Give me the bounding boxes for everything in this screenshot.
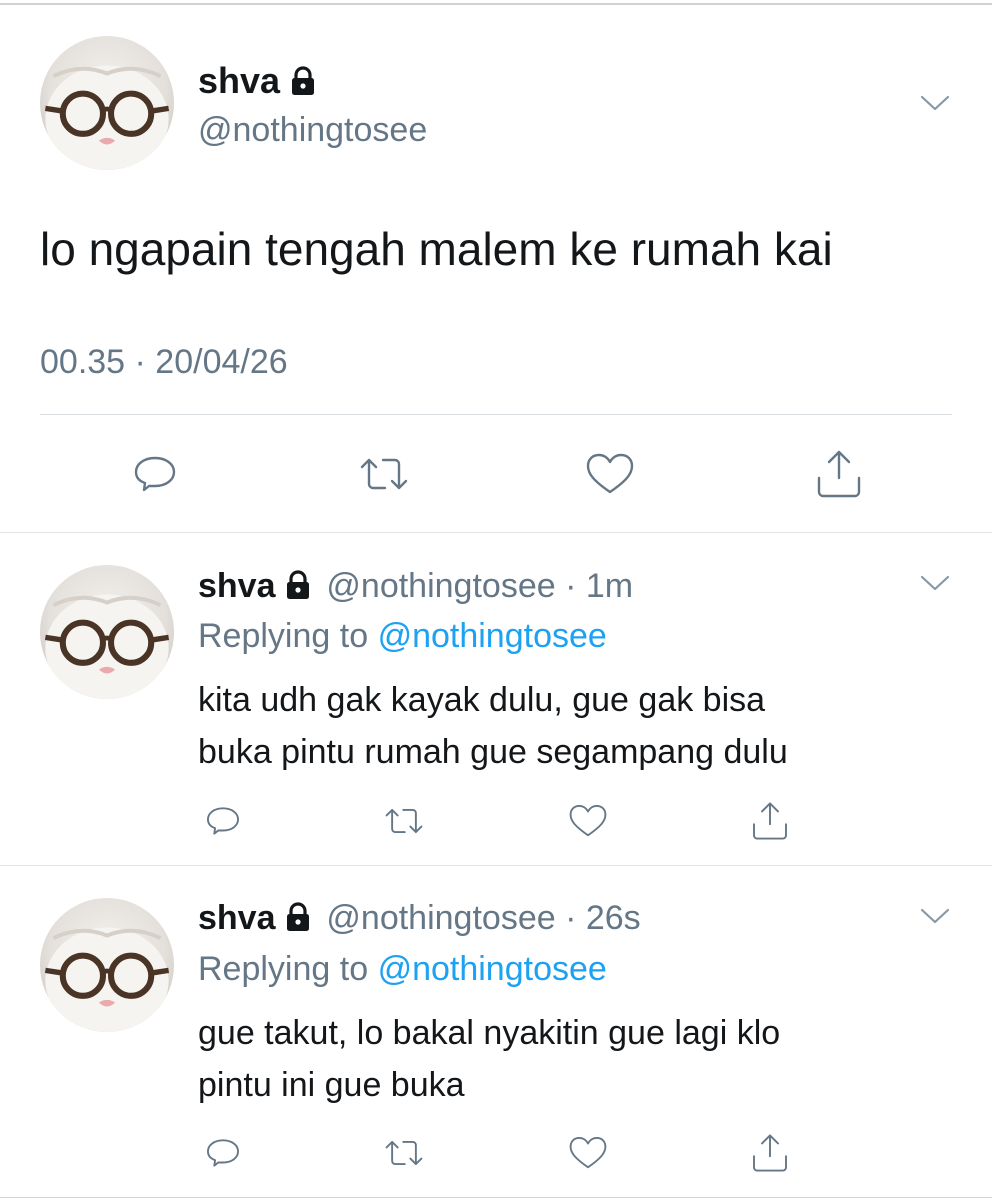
lock-icon (292, 66, 315, 95)
lock-icon (286, 570, 309, 599)
handle[interactable]: @nothingtosee (326, 899, 555, 937)
section-divider (0, 532, 992, 533)
chevron-down-icon[interactable] (920, 907, 950, 925)
replying-to-link[interactable]: @nothingtosee (378, 950, 607, 988)
reply-text-line: kita udh gak kayak dulu, gue gak bisa (198, 681, 766, 719)
reply-text-line: buka pintu rumah gue segampang dulu (198, 733, 788, 771)
replying-to-label: Replying to (198, 617, 369, 655)
divider (40, 414, 952, 415)
display-name[interactable]: shva (198, 899, 276, 937)
avatar[interactable] (40, 898, 174, 1032)
retweet-icon[interactable] (383, 802, 425, 840)
cat-avatar-image (44, 594, 170, 699)
top-border (0, 3, 992, 5)
display-name[interactable]: shva (198, 567, 276, 605)
reply-icon[interactable] (203, 1134, 243, 1172)
reply-text-line: gue takut, lo bakal nyakitin gue lagi kl… (198, 1014, 781, 1052)
bottom-border (0, 1197, 992, 1198)
cat-avatar-image (44, 65, 170, 170)
tweet-text: lo ngapain tengah malem ke rumah kai (40, 223, 833, 275)
time-ago[interactable]: · 26s (565, 899, 641, 937)
reply-text-line: pintu ini gue buka (198, 1066, 465, 1104)
handle[interactable]: @nothingtosee (198, 111, 427, 150)
display-name[interactable]: shva (198, 60, 280, 101)
avatar[interactable] (40, 36, 174, 170)
timestamp[interactable]: 00.35 · 20/04/26 (40, 343, 288, 382)
lock-icon (286, 902, 309, 931)
like-icon[interactable] (567, 1134, 609, 1172)
retweet-icon[interactable] (358, 450, 410, 498)
share-icon[interactable] (814, 448, 864, 500)
retweet-icon[interactable] (383, 1134, 425, 1172)
reply-icon[interactable] (131, 450, 179, 498)
like-icon[interactable] (584, 450, 636, 498)
section-divider (0, 865, 992, 866)
handle[interactable]: @nothingtosee (326, 567, 555, 605)
cat-avatar-image (44, 927, 170, 1032)
avatar[interactable] (40, 565, 174, 699)
share-icon[interactable] (750, 800, 790, 842)
chevron-down-icon[interactable] (920, 94, 950, 112)
share-icon[interactable] (750, 1132, 790, 1174)
like-icon[interactable] (567, 802, 609, 840)
chevron-down-icon[interactable] (920, 574, 950, 592)
replying-to-link[interactable]: @nothingtosee (378, 617, 607, 655)
replying-to-label: Replying to (198, 950, 369, 988)
reply-icon[interactable] (203, 802, 243, 840)
time-ago[interactable]: · 1m (565, 567, 633, 605)
